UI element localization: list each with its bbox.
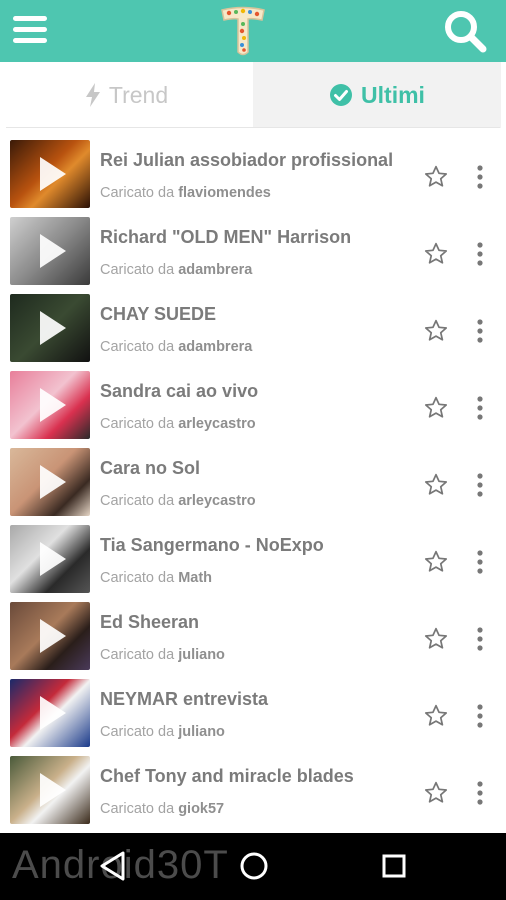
more-vert-icon[interactable] [470, 395, 490, 421]
search-icon[interactable] [440, 6, 490, 56]
more-vert-icon[interactable] [470, 626, 490, 652]
video-thumbnail[interactable] [10, 140, 90, 208]
video-thumbnail[interactable] [10, 525, 90, 593]
tab-divider [6, 127, 500, 128]
star-icon[interactable] [423, 626, 449, 652]
star-icon[interactable] [423, 472, 449, 498]
video-uploader: Caricato da adambrera [100, 262, 253, 278]
star-icon[interactable] [423, 318, 449, 344]
list-item[interactable]: Sandra cai ao vivo Caricato da arleycast… [0, 367, 506, 444]
star-icon[interactable] [423, 780, 449, 806]
more-vert-icon[interactable] [470, 318, 490, 344]
star-icon[interactable] [423, 549, 449, 575]
video-uploader: Caricato da Math [100, 570, 213, 586]
video-thumbnail[interactable] [10, 448, 90, 516]
more-vert-icon[interactable] [470, 241, 490, 267]
recent-apps-icon[interactable] [380, 852, 408, 880]
video-title[interactable]: Chef Tony and miracle blades [100, 766, 354, 787]
more-vert-icon[interactable] [470, 549, 490, 575]
check-circle-icon [329, 83, 353, 107]
list-item[interactable]: NEYMAR entrevista Caricato da juliano [0, 675, 506, 752]
video-uploader: Caricato da giok57 [100, 801, 225, 817]
app-logo [218, 4, 268, 58]
star-icon[interactable] [423, 703, 449, 729]
video-uploader: Caricato da adambrera [100, 339, 253, 355]
video-thumbnail[interactable] [10, 371, 90, 439]
list-item[interactable]: Cara no Sol Caricato da arleycastro [0, 444, 506, 521]
more-vert-icon[interactable] [470, 164, 490, 190]
bolt-icon [85, 83, 101, 107]
tab-trend-label: Trend [108, 81, 169, 108]
app-bar [0, 0, 506, 62]
list-item[interactable]: Rei Julian assobiador profissional Caric… [0, 136, 506, 213]
video-thumbnail[interactable] [10, 602, 90, 670]
more-vert-icon[interactable] [470, 780, 490, 806]
star-icon[interactable] [423, 164, 449, 190]
tab-ultimi-label: Ultimi [361, 81, 425, 108]
video-title[interactable]: CHAY SUEDE [100, 304, 216, 325]
list-item[interactable]: Richard "OLD MEN" Harrison Caricato da a… [0, 213, 506, 290]
video-thumbnail[interactable] [10, 756, 90, 824]
list-item[interactable]: Ed Sheeran Caricato da juliano [0, 598, 506, 675]
video-uploader: Caricato da arleycastro [100, 416, 256, 432]
star-icon[interactable] [423, 241, 449, 267]
video-title[interactable]: NEYMAR entrevista [100, 689, 268, 710]
tab-bar: Trend Ultimi [0, 62, 506, 128]
menu-icon[interactable] [13, 12, 49, 48]
more-vert-icon[interactable] [470, 703, 490, 729]
video-title[interactable]: Sandra cai ao vivo [100, 381, 258, 402]
video-title[interactable]: Cara no Sol [100, 458, 200, 479]
more-vert-icon[interactable] [470, 472, 490, 498]
video-uploader: Caricato da juliano [100, 647, 225, 663]
video-title[interactable]: Richard "OLD MEN" Harrison [100, 227, 351, 248]
video-thumbnail[interactable] [10, 294, 90, 362]
tab-ultimi[interactable]: Ultimi [253, 62, 501, 128]
video-thumbnail[interactable] [10, 217, 90, 285]
video-uploader: Caricato da flaviomendes [100, 185, 271, 201]
home-icon[interactable] [238, 850, 270, 882]
video-thumbnail[interactable] [10, 679, 90, 747]
list-item[interactable]: Chef Tony and miracle blades Caricato da… [0, 752, 506, 829]
video-title[interactable]: Tia Sangermano - NoExpo [100, 535, 324, 556]
video-title[interactable]: Ed Sheeran [100, 612, 199, 633]
back-icon[interactable] [98, 850, 128, 882]
system-nav-bar: Android30T [0, 833, 506, 900]
star-icon[interactable] [423, 395, 449, 421]
video-title[interactable]: Rei Julian assobiador profissional [100, 150, 393, 171]
list-item[interactable]: CHAY SUEDE Caricato da adambrera [0, 290, 506, 367]
video-uploader: Caricato da arleycastro [100, 493, 256, 509]
list-item[interactable]: Tia Sangermano - NoExpo Caricato da Math [0, 521, 506, 598]
tab-trend[interactable]: Trend [0, 62, 253, 128]
video-uploader: Caricato da juliano [100, 724, 225, 740]
